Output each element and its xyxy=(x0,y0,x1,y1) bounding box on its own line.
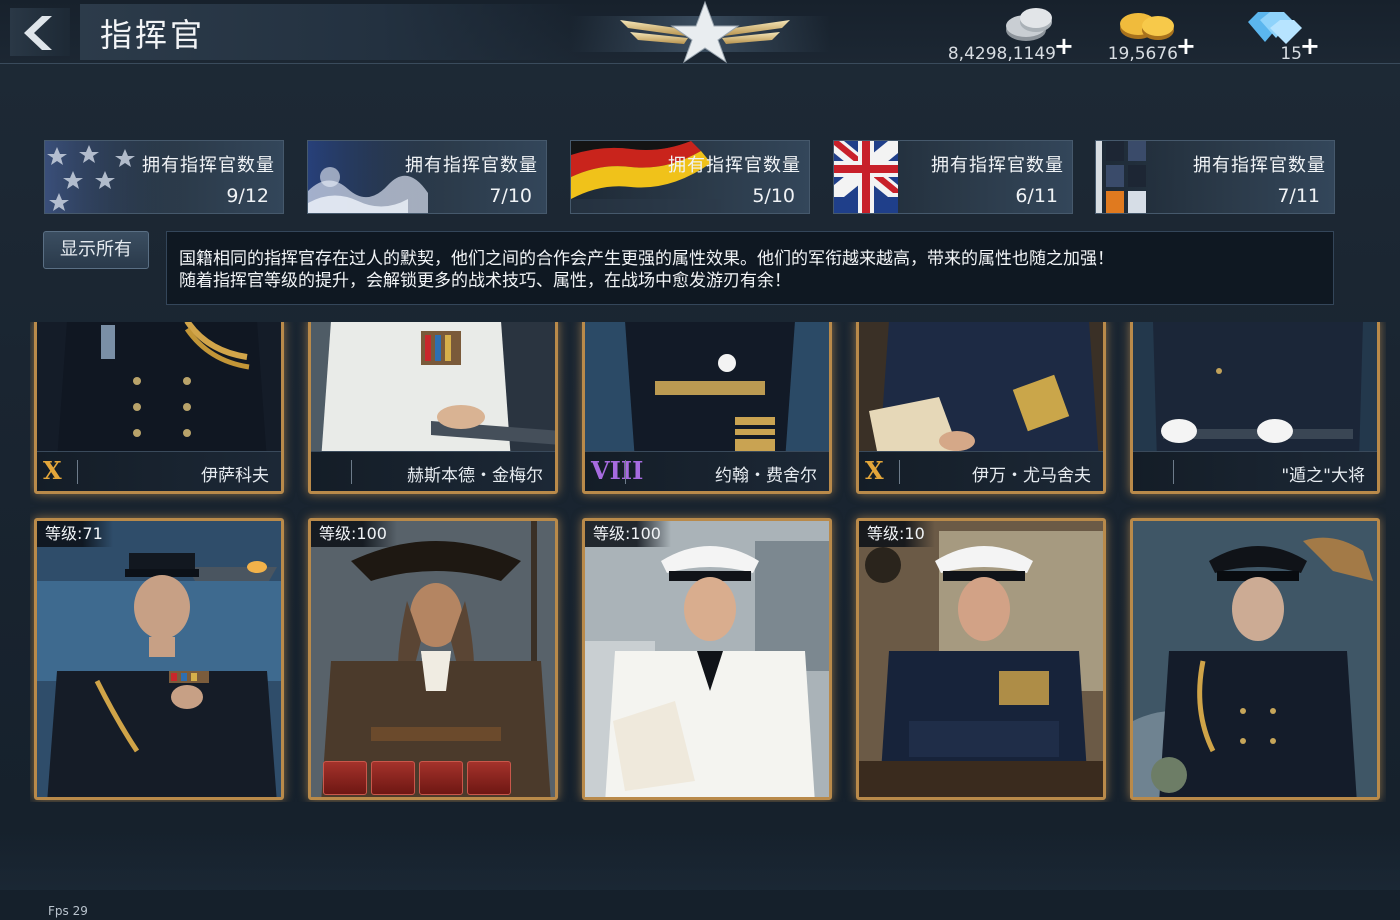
commander-card[interactable]: 等级:71 xyxy=(34,518,284,800)
back-button[interactable] xyxy=(10,8,70,56)
info-line-1: 国籍相同的指挥官存在过人的默契，他们之间的合作会产生更强的属性效果。他们的军衔越… xyxy=(179,249,1114,269)
commander-name-bar: X 伊萨科夫 xyxy=(37,451,281,491)
commander-card[interactable]: 赫斯本德・金梅尔 xyxy=(308,322,558,494)
commander-name-bar: VIII 约翰・费舍尔 xyxy=(585,451,829,491)
level-tag: 等级:100 xyxy=(311,521,397,547)
nation-card-count: 5/10 xyxy=(752,185,795,207)
level-tag: 等级:100 xyxy=(585,521,671,547)
nation-card-usa[interactable]: 拥有指挥官数量 9/12 xyxy=(44,140,284,214)
name-divider xyxy=(351,460,352,484)
diamond-icon xyxy=(1248,12,1302,44)
equipment-slot[interactable] xyxy=(467,761,511,795)
back-arrow-icon xyxy=(24,16,52,50)
page-title: 指挥官 xyxy=(100,16,206,54)
silver-currency: 8,4298,1149 + xyxy=(940,6,1074,64)
nation-card-count: 7/10 xyxy=(489,185,532,207)
add-gold-button[interactable]: + xyxy=(1176,32,1196,60)
gold-amount: 19,5676 xyxy=(1107,44,1178,64)
commander-name-bar: X 伊万・尤马舍夫 xyxy=(859,451,1103,491)
commander-card[interactable]: 等级:100 xyxy=(582,518,832,800)
name-divider xyxy=(1173,460,1174,484)
commander-portrait xyxy=(311,521,555,797)
commander-card[interactable]: VIII 约翰・费舍尔 xyxy=(582,322,832,494)
commander-portrait xyxy=(37,521,281,797)
nation-card-count: 9/12 xyxy=(226,185,269,207)
diamond-currency: 15 + xyxy=(1236,6,1320,64)
silver-amount: 8,4298,1149 xyxy=(947,44,1056,64)
equipment-slot[interactable] xyxy=(323,761,367,795)
nation-card-label: 拥有指挥官数量 xyxy=(405,155,538,176)
commander-portrait xyxy=(1133,521,1377,797)
commander-name-bar: 赫斯本德・金梅尔 xyxy=(311,451,555,491)
footer-shade xyxy=(0,830,1400,890)
nation-card-count: 6/11 xyxy=(1015,185,1058,207)
add-silver-button[interactable]: + xyxy=(1054,32,1074,60)
commander-name: "遁之"大将 xyxy=(1281,466,1365,486)
equipment-slot[interactable] xyxy=(419,761,463,795)
nation-card-count: 7/11 xyxy=(1277,185,1320,207)
nation-card-label: 拥有指挥官数量 xyxy=(668,155,801,176)
nation-card-other[interactable]: 拥有指挥官数量 7/11 xyxy=(1095,140,1335,214)
commander-card[interactable]: X 伊万・尤马舍夫 xyxy=(856,322,1106,494)
commander-name: 伊万・尤马舍夫 xyxy=(972,466,1091,486)
nation-card-label: 拥有指挥官数量 xyxy=(142,155,275,176)
gold-coin-icon xyxy=(1120,13,1174,40)
equipment-slot[interactable] xyxy=(371,761,415,795)
commander-card[interactable]: 等级:100 xyxy=(308,518,558,800)
silver-coin-icon xyxy=(1006,8,1052,41)
commander-card[interactable]: 等级:10 xyxy=(856,518,1106,800)
commander-grid[interactable]: X 伊萨科夫 赫斯本德・金梅尔 VIII 约翰・费舍尔 X 伊万・尤马舍夫 "遁… xyxy=(30,322,1386,802)
top-bar: 指挥官 8,4298,1149 + 19,5676 + 15 + xyxy=(0,0,1400,64)
info-line-2: 随着指挥官等级的提升，会解锁更多的战术技巧、属性，在战场中愈发游刃有余！ xyxy=(179,271,791,291)
rank-badge: X xyxy=(43,456,62,485)
nation-card-label: 拥有指挥官数量 xyxy=(1193,155,1326,176)
diamond-amount: 15 xyxy=(1280,44,1302,64)
commander-name: 赫斯本德・金梅尔 xyxy=(407,466,543,486)
nation-card-uk[interactable]: 拥有指挥官数量 6/11 xyxy=(833,140,1073,214)
name-divider xyxy=(77,460,78,484)
nation-card-germany[interactable]: 拥有指挥官数量 5/10 xyxy=(570,140,810,214)
show-all-button[interactable]: 显示所有 xyxy=(43,231,149,269)
add-diamond-button[interactable]: + xyxy=(1300,32,1320,60)
level-tag: 等级:71 xyxy=(37,521,113,547)
rank-badge: VIII xyxy=(591,456,644,485)
commander-card[interactable] xyxy=(1130,518,1380,800)
commander-card[interactable]: X 伊萨科夫 xyxy=(34,322,284,494)
fps-counter: Fps 29 xyxy=(48,904,88,918)
gold-currency: 19,5676 + xyxy=(1100,6,1196,64)
info-box: 国籍相同的指挥官存在过人的默契，他们之间的合作会产生更强的属性效果。他们的军衔越… xyxy=(166,231,1334,305)
commander-name-bar: "遁之"大将 xyxy=(1133,451,1377,491)
name-divider xyxy=(899,460,900,484)
name-divider xyxy=(625,460,626,484)
nation-card-japan[interactable]: 拥有指挥官数量 7/10 xyxy=(307,140,547,214)
commander-name: 伊萨科夫 xyxy=(201,466,269,486)
rank-badge: X xyxy=(865,456,884,485)
nation-card-label: 拥有指挥官数量 xyxy=(931,155,1064,176)
commander-portrait xyxy=(585,521,829,797)
star-wings-emblem-icon xyxy=(620,0,790,64)
commander-name: 约翰・费舍尔 xyxy=(715,466,817,486)
commander-portrait xyxy=(859,521,1103,797)
commander-card[interactable]: "遁之"大将 xyxy=(1130,322,1380,494)
level-tag: 等级:10 xyxy=(859,521,935,547)
